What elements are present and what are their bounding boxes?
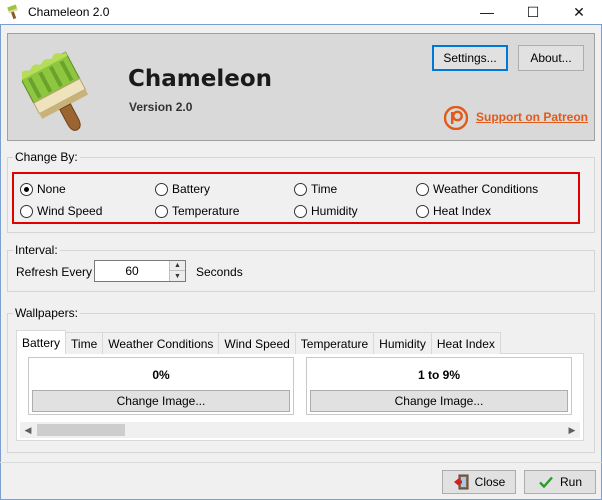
window-title: Chameleon 2.0 — [28, 5, 110, 19]
minimize-button[interactable]: — — [464, 0, 510, 24]
radio-label: Humidity — [311, 204, 358, 218]
horizontal-scrollbar[interactable]: ◀ ▶ — [20, 422, 580, 438]
wallpaper-range-label: 0% — [152, 368, 170, 382]
change-image-button[interactable]: Change Image... — [32, 390, 290, 412]
wallpapers-label: Wallpapers: — [13, 306, 80, 320]
about-button[interactable]: About... — [518, 45, 584, 71]
wallpaper-card: 0% Change Image... — [28, 357, 294, 415]
radio-indicator — [155, 182, 168, 196]
radio-battery[interactable]: Battery — [155, 182, 210, 196]
close-button-label: Close — [474, 475, 506, 489]
radio-weather-conditions[interactable]: Weather Conditions — [416, 182, 538, 196]
paintbrush-icon — [6, 4, 22, 20]
wallpaper-card: 1 to 9% Change Image... — [306, 357, 572, 415]
refresh-every-label: Refresh Every — [16, 265, 93, 279]
radio-indicator — [416, 204, 429, 218]
radio-indicator — [416, 182, 429, 196]
scroll-right-icon[interactable]: ▶ — [564, 422, 580, 438]
radio-label: Time — [311, 182, 338, 196]
radio-wind-speed[interactable]: Wind Speed — [20, 204, 102, 218]
radio-label: None — [37, 182, 66, 196]
scroll-left-icon[interactable]: ◀ — [20, 422, 36, 438]
title-bar: Chameleon 2.0 — ☐ ✕ — [0, 0, 602, 24]
close-window-button[interactable]: ✕ — [556, 0, 602, 24]
radio-indicator — [294, 204, 307, 218]
tab-heat-index[interactable]: Heat Index — [430, 332, 501, 354]
radio-indicator — [294, 182, 307, 196]
spin-down-icon[interactable]: ▼ — [169, 271, 185, 281]
change-image-button[interactable]: Change Image... — [310, 390, 568, 412]
radio-indicator — [155, 204, 168, 218]
tab-temperature[interactable]: Temperature — [294, 332, 375, 354]
interval-label: Interval: — [13, 243, 60, 257]
run-button-label: Run — [559, 475, 582, 489]
refresh-interval-value[interactable]: 60 — [95, 264, 169, 278]
radio-heat-index[interactable]: Heat Index — [416, 204, 491, 218]
tab-weather-conditions[interactable]: Weather Conditions — [102, 332, 220, 354]
tab-humidity[interactable]: Humidity — [373, 332, 432, 354]
change-by-label: Change By: — [13, 150, 80, 164]
maximize-button[interactable]: ☐ — [510, 0, 556, 24]
close-button[interactable]: Close — [442, 470, 516, 494]
radio-temperature[interactable]: Temperature — [155, 204, 239, 218]
settings-button[interactable]: Settings... — [432, 45, 508, 71]
seconds-label: Seconds — [196, 265, 243, 279]
tab-time[interactable]: Time — [65, 332, 104, 354]
radio-none[interactable]: None — [20, 182, 66, 196]
radio-label: Temperature — [172, 204, 240, 218]
radio-indicator — [20, 204, 33, 218]
patreon-icon[interactable] — [443, 105, 469, 131]
exit-door-icon — [453, 474, 469, 490]
wallpaper-tabs: Battery Time Weather Conditions Wind Spe… — [16, 330, 501, 354]
footer-divider — [0, 462, 602, 463]
tab-battery[interactable]: Battery — [16, 330, 67, 354]
checkmark-icon — [538, 474, 554, 490]
spin-up-icon[interactable]: ▲ — [169, 261, 185, 271]
patreon-link[interactable]: Support on Patreon — [476, 110, 588, 124]
run-button[interactable]: Run — [524, 470, 596, 494]
radio-humidity[interactable]: Humidity — [294, 204, 358, 218]
scrollbar-thumb[interactable] — [37, 424, 125, 436]
refresh-interval-stepper[interactable]: 60 ▲ ▼ — [94, 260, 186, 282]
radio-label: Battery — [172, 182, 211, 196]
app-version: Version 2.0 — [129, 100, 193, 114]
chameleon-logo-icon — [18, 48, 102, 134]
radio-label: Weather Conditions — [433, 182, 539, 196]
app-name: Chameleon — [128, 66, 272, 92]
wallpaper-range-label: 1 to 9% — [417, 368, 460, 382]
tab-wind-speed[interactable]: Wind Speed — [218, 332, 296, 354]
radio-label: Heat Index — [433, 204, 492, 218]
radio-indicator — [20, 182, 33, 196]
radio-time[interactable]: Time — [294, 182, 337, 196]
radio-label: Wind Speed — [37, 204, 103, 218]
